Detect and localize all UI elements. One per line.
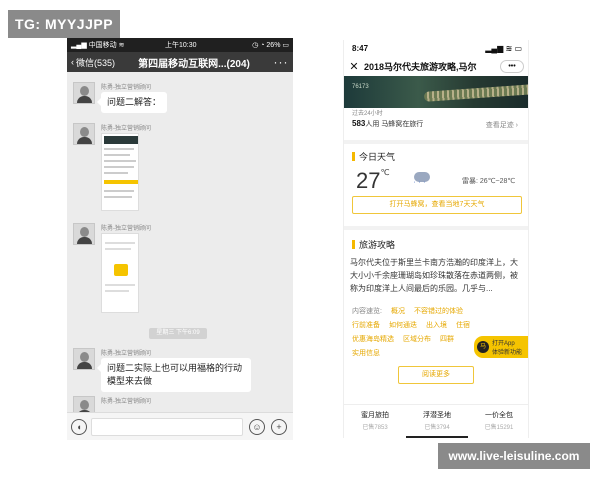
message-bubble[interactable]: 问题二实际上也可以用福格的行动模型来去做 — [97, 358, 251, 392]
see-footprints-link[interactable]: 查看足迹 › — [486, 120, 518, 130]
temperature: 27℃ — [356, 168, 390, 193]
guide-paragraph: 马尔代夫位于斯里兰卡南方浩瀚的印度洋上，大大小小千余座珊瑚岛如珍珠散落在赤道两侧… — [350, 258, 518, 293]
sender-name: 陈勇-独立营销顾问 — [101, 226, 151, 232]
tag-link[interactable]: 四群 — [440, 334, 454, 344]
sender-name: 陈勇-独立营销顾问 — [101, 85, 151, 91]
image-content — [104, 166, 134, 168]
tag-link[interactable]: 区域分布 — [403, 334, 431, 344]
tab-honeymoon[interactable]: 蜜月旅拍 已售7853 — [344, 405, 406, 438]
sender-name: 陈勇-独立营销顾问 — [101, 399, 151, 405]
image-content — [104, 190, 134, 192]
app-badge-text: 打开App 体验新功能 — [492, 341, 523, 356]
plus-icon[interactable]: + — [271, 419, 287, 435]
divider — [344, 226, 528, 230]
close-button[interactable]: ✕ — [344, 60, 364, 73]
tab-all-inclusive[interactable]: 一价全包 已售15291 — [468, 405, 528, 438]
mafengwo-logo-icon: 马 — [477, 341, 489, 353]
destination-banner[interactable]: 76173 — [344, 76, 528, 108]
signal-icon: ▂▄▆ — [71, 42, 87, 49]
traveler-info: 过去24小时 583人用 马蜂窝在旅行 查看足迹 › — [352, 108, 522, 140]
guide-section-title: 旅游攻略 — [352, 238, 395, 251]
image-message[interactable] — [101, 133, 139, 211]
watermark-top: TG: MYYJJPP — [8, 10, 120, 38]
tag-row: 实用信息 — [352, 348, 380, 358]
image-content — [104, 160, 136, 162]
tag-link[interactable]: 优惠海岛精选 — [352, 334, 394, 344]
banner-count: 76173 — [352, 84, 369, 90]
emoji-icon[interactable]: ☺ — [249, 419, 265, 435]
info-label: 过去24小时 — [352, 111, 383, 117]
battery-icon: ▭ — [514, 43, 522, 53]
chat-nav-bar: ‹ 微信(535) 第四届移动互联网...(204) ··· — [67, 52, 293, 72]
tag-row: 内容速览: 概况 不容错过的体验 — [352, 306, 463, 316]
image-content — [105, 284, 135, 286]
temp-range: 雷暴: 26℃~28℃ — [462, 178, 516, 185]
divider — [344, 140, 528, 144]
image-content — [104, 172, 128, 174]
tag-link[interactable]: 如何通迭 — [389, 320, 417, 330]
alarm-icon: ◷ — [252, 42, 259, 49]
page-title: 2018马尔代夫旅游攻略,马尔 — [364, 61, 477, 72]
avatar[interactable] — [73, 223, 95, 245]
status-icons: ▂▄▆ ≋ ▭ — [485, 44, 522, 53]
voice-icon[interactable]: ◖ — [71, 419, 87, 435]
message-bubble[interactable]: 问题二解答： — [96, 92, 168, 113]
tab-snorkeling[interactable]: 浮潜圣地 已售3794 — [406, 405, 468, 438]
back-button[interactable]: ‹ 微信(535) — [67, 56, 119, 69]
product-tabs: 蜜月旅拍 已售7853 浮潜圣地 已售3794 一价全包 已售15291 — [344, 404, 528, 438]
weather-section-title: 今日天气 — [352, 150, 395, 163]
avatar[interactable] — [73, 123, 95, 145]
chat-input-bar: ◖ ☺ + — [67, 412, 293, 440]
sender-name: 陈勇-独立营销顾问 — [101, 351, 151, 357]
tag-row: 优惠海岛精选 区域分布 四群 — [352, 334, 454, 344]
open-app-badge[interactable]: 马 打开App 体验新功能 — [474, 336, 528, 358]
image-content — [104, 148, 134, 150]
image-content — [105, 290, 129, 292]
wechat-screen: ▂▄▆ 中国移动 ≋ 上午10:30 ◷ ◔ 26% ▭ ‹ 微信(535) 第四… — [67, 38, 293, 440]
image-content — [105, 248, 131, 250]
image-content — [104, 136, 138, 144]
sender-name: 陈勇-独立营销顾问 — [101, 126, 151, 132]
open-app-weather-button[interactable]: 打开马蜂窝，查看当地7天天气 — [352, 196, 522, 214]
image-content — [104, 180, 138, 184]
mafengwo-screen: 8:47 ▂▄▆ ≋ ▭ ✕ 2018马尔代夫旅游攻略,马尔 ••• 76173… — [343, 40, 529, 438]
avatar[interactable] — [73, 82, 95, 104]
image-content — [104, 154, 130, 156]
battery-icon: ▭ — [282, 42, 289, 49]
mafengwo-logo-icon — [114, 264, 128, 276]
tag-link[interactable]: 实用信息 — [352, 348, 380, 358]
image-content — [104, 196, 132, 198]
time-badge: 星期三 下午6:09 — [149, 328, 207, 339]
more-button[interactable]: ··· — [269, 55, 293, 69]
tag-row: 行前准备 如何通迭 出入境 住宿 — [352, 320, 470, 330]
watermark-bottom: www.live-leisuline.com — [438, 443, 590, 469]
image-content — [105, 242, 135, 244]
lock-icon: ◔ — [260, 42, 265, 49]
tag-link[interactable]: 行前准备 — [352, 320, 380, 330]
signal-icon: ▂▄▆ — [485, 43, 504, 53]
thunderstorm-icon: ' ' ' — [414, 172, 430, 188]
image-message[interactable] — [101, 233, 139, 313]
tag-link[interactable]: 出入境 — [426, 320, 447, 330]
status-time: 8:47 — [352, 43, 369, 53]
wifi-icon: ≋ — [118, 42, 125, 49]
message-input[interactable] — [91, 418, 243, 436]
read-more-button[interactable]: 阅读更多 — [398, 366, 474, 384]
battery: ◷ ◔ 26% ▭ — [252, 42, 289, 49]
page-nav-bar: ✕ 2018马尔代夫旅游攻略,马尔 ••• — [344, 56, 528, 76]
chat-title: 第四届移动互联网...(204) — [138, 58, 250, 70]
status-bar: ▂▄▆ 中国移动 ≋ 上午10:30 ◷ ◔ 26% ▭ — [67, 38, 293, 52]
tag-link[interactable]: 不容错过的体验 — [414, 306, 463, 316]
wifi-icon: ≋ — [505, 43, 513, 53]
chevron-left-icon: ‹ — [71, 57, 74, 67]
avatar[interactable] — [73, 348, 95, 370]
island-image — [423, 84, 528, 102]
carrier: ▂▄▆ 中国移动 ≋ — [71, 42, 125, 49]
tag-link[interactable]: 概况 — [391, 306, 405, 316]
more-button[interactable]: ••• — [500, 59, 524, 73]
tag-link[interactable]: 住宿 — [456, 320, 470, 330]
status-bar: 8:47 ▂▄▆ ≋ ▭ — [344, 40, 528, 56]
status-time: 上午10:30 — [165, 42, 197, 49]
